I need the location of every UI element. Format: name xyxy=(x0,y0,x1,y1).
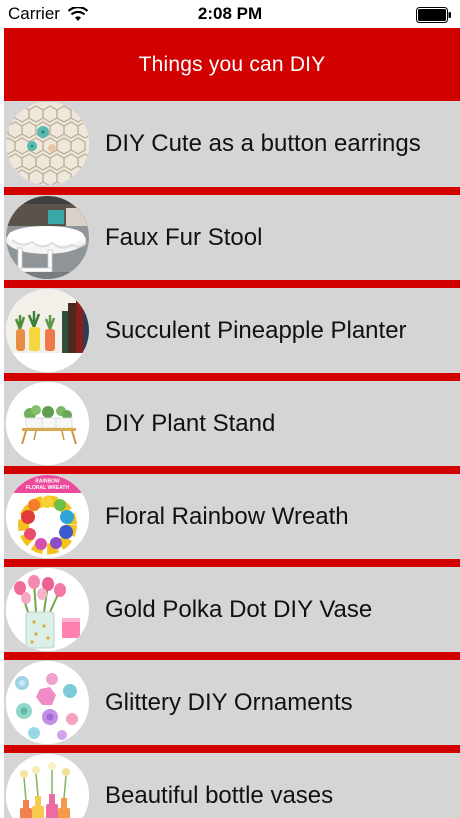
plant-stand-icon xyxy=(6,382,89,465)
diy-list: DIY Cute as a button earrings Faux Fur S… xyxy=(4,101,460,818)
app-screen: Carrier 2:08 PM Things you can DIY DIY C… xyxy=(0,0,460,818)
nav-title: Things you can DIY xyxy=(138,52,326,76)
vase-thumbnail xyxy=(6,568,89,651)
list-item-label: DIY Cute as a button earrings xyxy=(105,129,421,157)
list-item-label: Beautiful bottle vases xyxy=(105,781,334,809)
planter-icon xyxy=(6,289,89,372)
wreath-title-line1: RAINBOW xyxy=(35,479,60,485)
list-item-label: Succulent Pineapple Planter xyxy=(105,316,407,344)
list-item-vase[interactable]: Gold Polka Dot DIY Vase xyxy=(4,567,460,660)
planter-thumbnail xyxy=(6,289,89,372)
list-item-label: Faux Fur Stool xyxy=(105,223,263,251)
list-item-stool[interactable]: Faux Fur Stool xyxy=(4,195,460,288)
earrings-icon xyxy=(6,102,89,185)
list-item-plant-stand[interactable]: DIY Plant Stand xyxy=(4,381,460,474)
bottle-vases-thumbnail xyxy=(6,754,89,818)
list-item-wreath[interactable]: RAINBOW FLORAL WREATH Floral Rainbow Wre… xyxy=(4,474,460,567)
list-item-bottle-vases[interactable]: Beautiful bottle vases xyxy=(4,753,460,818)
list-item-earrings[interactable]: DIY Cute as a button earrings xyxy=(4,101,460,195)
bottle-vases-icon xyxy=(6,754,89,818)
list-item-label: DIY Plant Stand xyxy=(105,409,276,437)
list-item-ornaments[interactable]: Glittery DIY Ornaments xyxy=(4,660,460,753)
stool-thumbnail xyxy=(6,196,89,279)
list-item-label: Glittery DIY Ornaments xyxy=(105,688,353,716)
ornaments-icon xyxy=(6,661,89,744)
wreath-icon: RAINBOW FLORAL WREATH xyxy=(6,475,89,558)
wreath-thumbnail: RAINBOW FLORAL WREATH xyxy=(6,475,89,558)
list-item-label: Gold Polka Dot DIY Vase xyxy=(105,595,373,623)
stool-icon xyxy=(6,196,89,279)
list-item-planter[interactable]: Succulent Pineapple Planter xyxy=(4,288,460,381)
earrings-thumbnail xyxy=(6,102,89,185)
ornaments-thumbnail xyxy=(6,661,89,744)
status-bar: Carrier 2:08 PM xyxy=(0,0,460,28)
nav-bar: Things you can DIY xyxy=(4,28,460,101)
status-time: 2:08 PM xyxy=(197,4,263,23)
wreath-title-line2: FLORAL WREATH xyxy=(26,485,70,491)
battery-icon xyxy=(416,7,451,23)
plant-stand-thumbnail xyxy=(6,382,89,465)
list-item-label: Floral Rainbow Wreath xyxy=(105,502,349,530)
vase-icon xyxy=(6,568,89,651)
